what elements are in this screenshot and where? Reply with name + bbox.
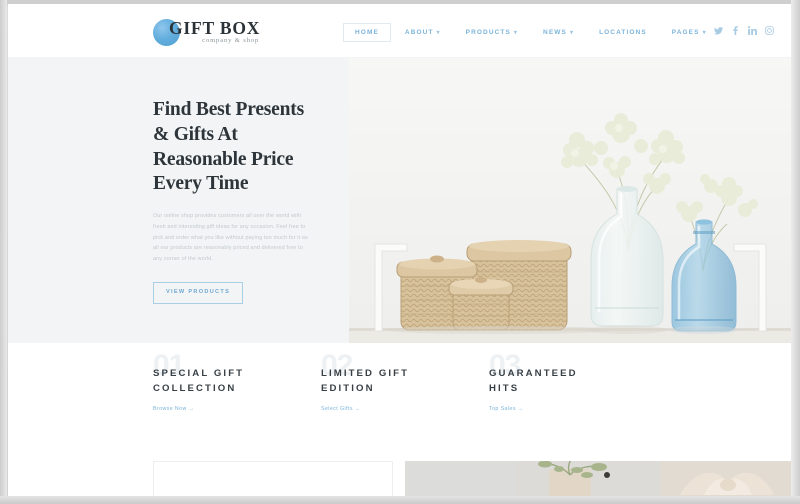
nav-item-pages-label: PAGES bbox=[671, 29, 700, 36]
linkedin-icon[interactable] bbox=[748, 26, 757, 35]
facebook-icon[interactable] bbox=[731, 26, 740, 35]
feature-card-guaranteed-hits: 03 GUARANTEED HITS Top Sales → bbox=[489, 351, 657, 415]
gallery-thumb-plain[interactable] bbox=[405, 461, 515, 496]
bottom-content-card[interactable] bbox=[153, 461, 393, 496]
feature-link-top-sales[interactable]: Top Sales → bbox=[489, 406, 523, 412]
hero-section: Find Best Presents & Gifts At Reasonable… bbox=[8, 58, 791, 343]
chevron-down-icon: ▾ bbox=[513, 29, 519, 36]
feature-link-browse-now[interactable]: Browse Now → bbox=[153, 406, 194, 412]
features-section: 01 SPECIAL GIFT COLLECTION Browse Now → … bbox=[8, 343, 791, 453]
hero-title: Find Best Presents & Gifts At Reasonable… bbox=[153, 99, 304, 195]
instagram-icon[interactable] bbox=[765, 26, 774, 35]
nav-item-news[interactable]: NEWS ▾ bbox=[532, 23, 585, 42]
chevron-down-icon: ▾ bbox=[436, 29, 441, 36]
view-products-button[interactable]: VIEW PRODUCTS bbox=[153, 282, 244, 304]
chevron-down-icon: ▾ bbox=[702, 29, 707, 36]
twitter-icon[interactable] bbox=[714, 26, 723, 35]
social-links bbox=[714, 26, 774, 35]
gallery-thumb-plant-in-pot[interactable] bbox=[515, 461, 660, 496]
nav-item-pages[interactable]: PAGES ▾ bbox=[661, 23, 718, 42]
feature-card-limited-gift-edition: 02 LIMITED GIFT EDITION Select Gifts → bbox=[321, 351, 489, 415]
feature-title: SPECIAL GIFT COLLECTION bbox=[153, 368, 245, 394]
nav-item-about-label: ABOUT bbox=[404, 29, 434, 36]
logo-text-group: GIFT BOX company & shop bbox=[169, 17, 261, 45]
nav-item-home-label: HOME bbox=[355, 29, 379, 36]
webpage-canvas: GIFT BOX company & shop HOME ABOUT ▾ PRO… bbox=[8, 4, 791, 496]
chevron-down-icon: ▾ bbox=[569, 29, 575, 36]
feature-card-special-gift-collection: 01 SPECIAL GIFT COLLECTION Browse Now → bbox=[153, 351, 321, 415]
nav-item-home[interactable]: HOME bbox=[343, 23, 391, 42]
feature-link-select-gifts[interactable]: Select Gifts → bbox=[321, 406, 360, 412]
nav-item-news-label: NEWS bbox=[543, 29, 567, 36]
gallery-thumb-fabric-bow[interactable] bbox=[660, 461, 791, 496]
bottom-section bbox=[8, 453, 791, 496]
browser-window-frame: GIFT BOX company & shop HOME ABOUT ▾ PRO… bbox=[0, 0, 800, 504]
window-edge-left bbox=[0, 0, 7, 504]
hero-illustration bbox=[349, 58, 791, 343]
hero-description: Our online shop provides customers all o… bbox=[153, 213, 308, 263]
features-row: 01 SPECIAL GIFT COLLECTION Browse Now → … bbox=[153, 351, 646, 415]
window-edge-bottom bbox=[0, 496, 800, 504]
nav-item-products[interactable]: PRODUCTS ▾ bbox=[455, 23, 529, 42]
feature-title: LIMITED GIFT EDITION bbox=[321, 368, 410, 394]
bottom-gallery bbox=[405, 461, 791, 496]
nav-item-products-label: PRODUCTS bbox=[465, 29, 511, 36]
hero-content: Find Best Presents & Gifts At Reasonable… bbox=[153, 98, 338, 304]
nav-item-locations-label: LOCATIONS bbox=[599, 29, 647, 36]
hero-image bbox=[349, 58, 791, 343]
logo-name: GIFT BOX bbox=[169, 17, 261, 38]
logo-tagline: company & shop bbox=[202, 37, 260, 44]
main-navigation: HOME ABOUT ▾ PRODUCTS ▾ NEWS ▾ LOCATIONS bbox=[343, 23, 718, 42]
nav-item-locations[interactable]: LOCATIONS bbox=[588, 23, 658, 42]
site-logo[interactable]: GIFT BOX company & shop bbox=[153, 15, 260, 49]
window-edge-right bbox=[791, 0, 800, 504]
feature-title: GUARANTEED HITS bbox=[489, 368, 578, 394]
nav-item-about[interactable]: ABOUT ▾ bbox=[394, 23, 452, 42]
site-header: GIFT BOX company & shop HOME ABOUT ▾ PRO… bbox=[8, 4, 791, 58]
